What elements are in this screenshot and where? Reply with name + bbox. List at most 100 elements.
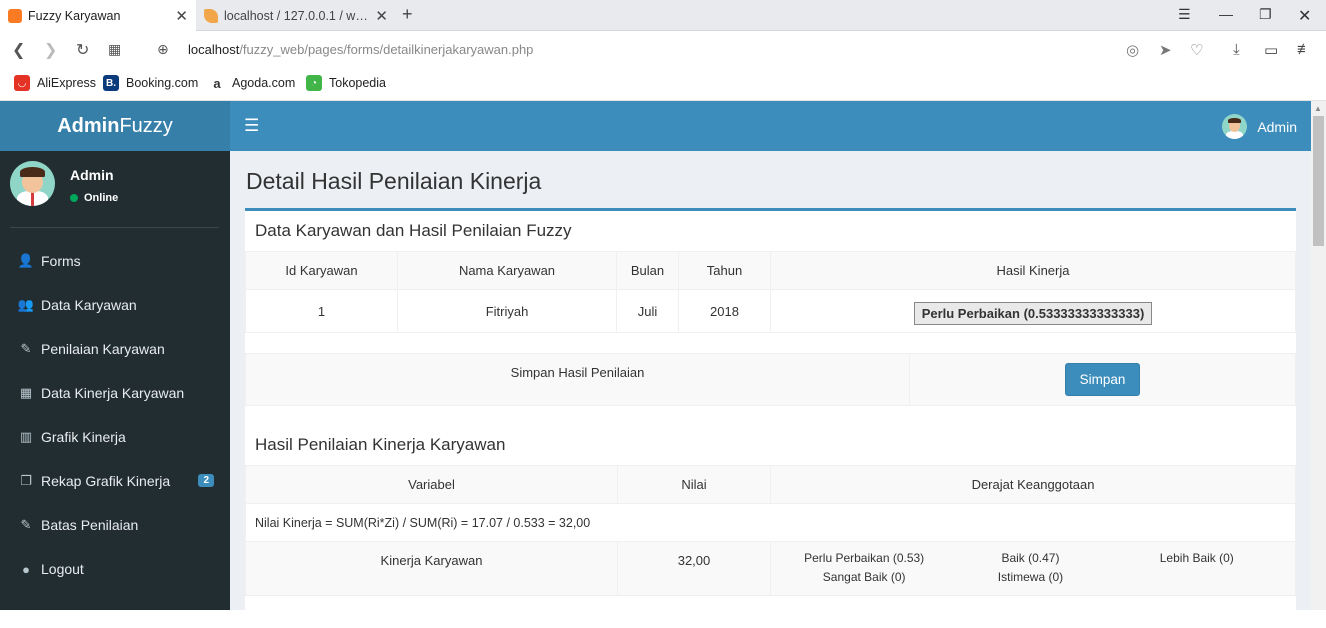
heart-icon[interactable]: ♡	[1190, 41, 1203, 59]
sidebar-toggle-icon[interactable]: ☰	[244, 116, 259, 136]
membership-cell: Perlu Perbaikan (0.53) Baik (0.47) Lebih…	[770, 541, 1296, 596]
sidebar-item-penilaian-karyawan[interactable]: ✎ Penilaian Karyawan	[0, 327, 230, 371]
save-button[interactable]: Simpan	[1064, 363, 1141, 396]
tab-title: Fuzzy Karyawan	[28, 8, 121, 23]
battery-icon[interactable]: ▭	[1264, 41, 1278, 59]
settings-sliders-icon[interactable]: ≢	[1297, 41, 1312, 58]
table-row: 1 Fitriyah Juli 2018 Perlu Perbaikan (0.…	[245, 289, 1296, 333]
membership-list: Perlu Perbaikan (0.53) Baik (0.47) Lebih…	[771, 549, 1295, 587]
new-tab-icon[interactable]: +	[402, 4, 413, 25]
back-icon[interactable]: ❮	[12, 40, 25, 60]
url-path: /fuzzy_web/pages/forms/detailkinerjakary…	[239, 42, 534, 57]
sidebar-item-grafik-kinerja[interactable]: ▥ Grafik Kinerja	[0, 415, 230, 459]
sidebar-item-batas-penilaian[interactable]: ✎ Batas Penilaian	[0, 503, 230, 547]
column-header: Nilai	[617, 465, 771, 504]
qrcode-icon: ▦	[19, 385, 33, 400]
phpmyadmin-favicon-icon	[204, 8, 218, 23]
sidebar-item-label: Batas Penilaian	[41, 517, 139, 533]
booking-icon: B.	[103, 75, 119, 91]
tab-menu-icon[interactable]: ☰	[1178, 6, 1191, 23]
bookmark-agoda[interactable]: a Agoda.com	[209, 75, 295, 91]
minimize-icon[interactable]: —	[1219, 6, 1233, 22]
membership-degree: Perlu Perbaikan (0.53)	[804, 551, 925, 565]
status-text: Online	[84, 192, 119, 204]
edit-icon: ✎	[20, 517, 32, 532]
bookmark-label: Agoda.com	[232, 76, 296, 90]
tokopedia-icon: ◔	[306, 75, 322, 91]
result-box: Data Karyawan dan Hasil Penilaian Fuzzy …	[245, 208, 1296, 628]
user-menu[interactable]: Admin	[1222, 114, 1297, 139]
table-header-row: Id Karyawan Nama Karyawan Bulan Tahun Ha…	[245, 251, 1296, 290]
scroll-up-icon[interactable]: ▲	[1314, 104, 1322, 113]
membership-degree: Sangat Baik (0)	[822, 570, 906, 584]
browser-tab-active[interactable]: Fuzzy Karyawan ✕	[0, 0, 196, 31]
bookmark-tokopedia[interactable]: ◔ Tokopedia	[306, 75, 386, 91]
close-window-icon[interactable]: ✕	[1298, 6, 1311, 26]
logo-bold: Admin	[57, 114, 120, 137]
table-header-row: Variabel Nilai Derajat Keanggotaan	[245, 465, 1296, 504]
download-icon[interactable]: ⤓	[1233, 41, 1240, 58]
result-badge: Perlu Perbaikan (0.53333333333333)	[913, 301, 1153, 325]
page-scrollbar[interactable]: ▲	[1311, 101, 1326, 610]
camera-icon[interactable]: ◎	[1126, 41, 1139, 59]
bookmark-booking[interactable]: B. Booking.com	[103, 75, 198, 91]
bar-chart-icon: ▥	[19, 429, 33, 444]
sidebar-item-data-karyawan[interactable]: 👥 Data Karyawan	[0, 283, 230, 327]
formula-cell: Nilai Kinerja = SUM(Ri*Zi) / SUM(Ri) = 1…	[245, 503, 1296, 542]
status-badge: Online	[70, 192, 118, 204]
bookmark-aliexpress[interactable]: ◡ AliExpress	[14, 75, 96, 91]
user-panel: Admin Online	[10, 161, 220, 221]
reload-icon[interactable]: ↻	[76, 40, 89, 60]
column-header: Bulan	[616, 251, 679, 290]
membership-degree: Baik (0.47)	[1001, 551, 1060, 565]
column-header: Nama Karyawan	[397, 251, 617, 290]
user-plus-icon: 👤	[17, 253, 35, 268]
address-bar: ❮ ❯ ↻ ▦ ⊕ localhost/fuzzy_web/pages/form…	[0, 31, 1326, 69]
table-cell: 1	[245, 289, 398, 333]
sidebar-item-label: Rekap Grafik Kinerja	[41, 473, 171, 489]
sidebar-item-label: Data Kinerja Karyawan	[41, 385, 185, 401]
aliexpress-icon: ◡	[14, 75, 30, 91]
logo-rest: Fuzzy	[119, 114, 173, 137]
sidebar-menu: 👤 Forms 👥 Data Karyawan ✎ Penilaian Karyawa…	[0, 239, 230, 591]
site-info-icon[interactable]: ⊕	[157, 41, 169, 58]
table-cell: 2018	[678, 289, 771, 333]
membership-degree: Istimewa (0)	[997, 570, 1064, 584]
scrollbar-thumb[interactable]	[1313, 116, 1324, 246]
edit-icon: ✎	[20, 341, 32, 356]
bookmark-label: Booking.com	[126, 76, 199, 90]
content-area: Detail Hasil Penilaian Kinerja Data Kary…	[230, 151, 1311, 628]
close-tab-icon[interactable]: ✕	[375, 7, 388, 25]
url-host: localhost	[188, 42, 240, 57]
sidebar-item-rekap-grafik[interactable]: ❐ Rekap Grafik Kinerja 2	[0, 459, 230, 503]
users-icon: 👥	[17, 297, 35, 312]
table-row: Kinerja Karyawan 32,00 Perlu Perbaikan (…	[245, 541, 1296, 596]
save-label: Simpan Hasil Penilaian	[245, 353, 910, 406]
top-username: Admin	[1257, 118, 1297, 135]
employee-result-table: Id Karyawan Nama Karyawan Bulan Tahun Ha…	[245, 251, 1296, 333]
table-cell: Simpan	[909, 353, 1296, 406]
user-icon: ●	[22, 561, 30, 577]
sidebar-item-label: Forms	[41, 253, 81, 269]
table-row: Nilai Kinerja = SUM(Ri*Zi) / SUM(Ri) = 1…	[245, 503, 1296, 542]
membership-degree: Lebih Baik (0)	[1159, 551, 1234, 565]
sidebar-item-forms[interactable]: 👤 Forms	[0, 239, 230, 283]
app-logo[interactable]: Admin Fuzzy	[0, 101, 230, 151]
close-tab-icon[interactable]: ✕	[175, 7, 188, 25]
restore-icon[interactable]: ❐	[1259, 6, 1272, 23]
forward-icon[interactable]: ❯	[44, 40, 57, 60]
sidebar-item-logout[interactable]: ● Logout	[0, 547, 230, 591]
speed-dial-icon[interactable]: ▦	[108, 41, 121, 58]
sidebar-item-data-kinerja[interactable]: ▦ Data Kinerja Karyawan	[0, 371, 230, 415]
send-icon[interactable]: ➤	[1159, 41, 1172, 59]
sidebar-item-label: Penilaian Karyawan	[41, 341, 165, 357]
avatar	[1222, 114, 1248, 139]
url-field[interactable]: localhost/fuzzy_web/pages/forms/detailki…	[188, 42, 533, 57]
section-title: Hasil Penilaian Kinerja Karyawan	[255, 435, 506, 454]
sidebar-username: Admin	[70, 167, 114, 183]
bookmark-label: AliExpress	[37, 76, 97, 90]
bookmarks-bar: ◡ AliExpress B. Booking.com a Agoda.com …	[0, 69, 1326, 101]
browser-tab-inactive[interactable]: localhost / 127.0.0.1 / web_ ✕	[196, 0, 396, 31]
count-badge: 2	[198, 474, 214, 487]
agoda-icon: a	[209, 75, 225, 91]
